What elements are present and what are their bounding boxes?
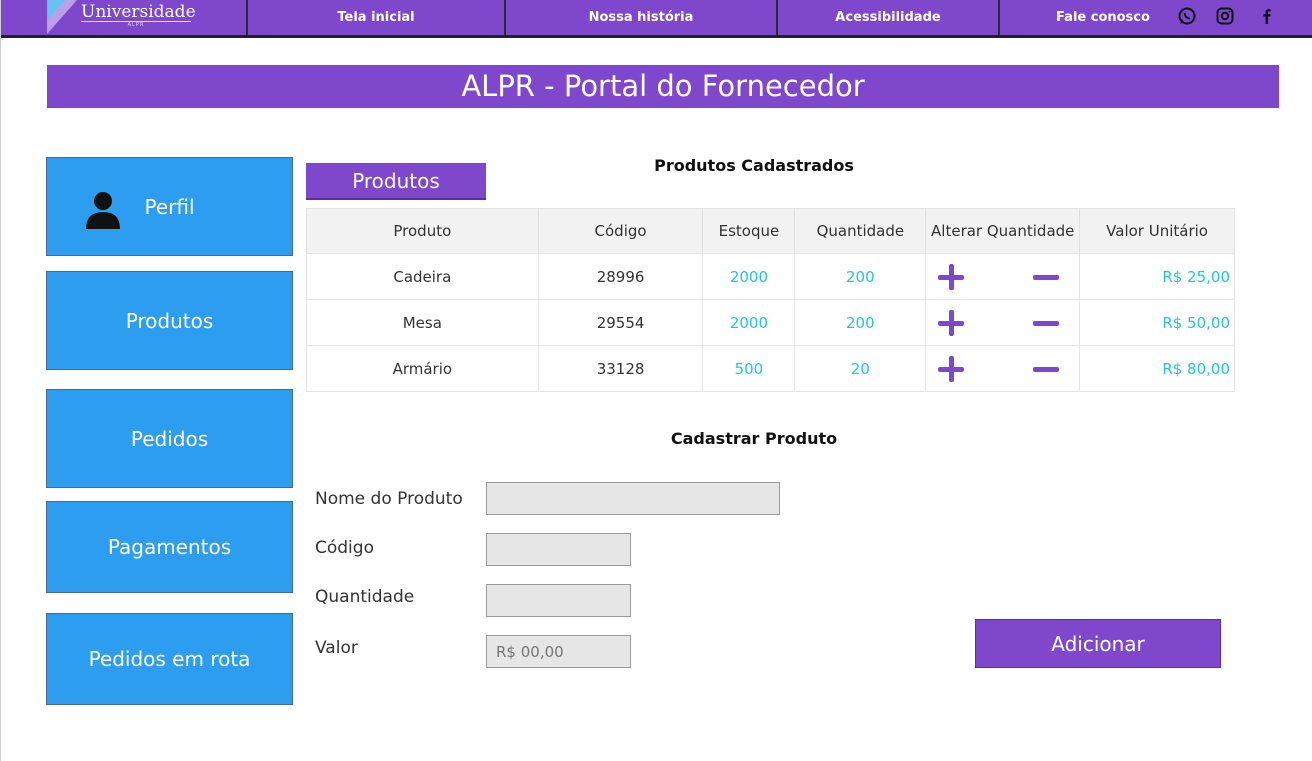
cell-valor: R$ 50,00: [1079, 299, 1235, 346]
facebook-icon[interactable]: [1257, 6, 1277, 26]
cell-valor: R$ 25,00: [1079, 253, 1235, 300]
cell-quantidade: 20: [794, 345, 927, 392]
nav-history[interactable]: Nossa história: [506, 10, 776, 25]
cell-alterar-quantidade: [925, 345, 1081, 392]
plus-icon[interactable]: [937, 263, 965, 291]
products-table: Produto Código Estoque Quantidade Altera…: [306, 208, 1235, 392]
table-row: Mesa 29554 2000 200 R$ 50,00: [306, 299, 1235, 346]
valor-label: Valor: [315, 638, 358, 658]
quantidade-input[interactable]: [486, 584, 631, 617]
column-header-produto: Produto: [306, 208, 539, 254]
sidebar-item-label: Produtos: [125, 308, 214, 333]
cell-valor: R$ 80,00: [1079, 345, 1235, 392]
cell-codigo: 28996: [538, 253, 704, 300]
cell-codigo: 33128: [538, 345, 704, 392]
column-header-estoque: Estoque: [702, 208, 796, 254]
logo-accent: [47, 0, 65, 20]
column-header-quantidade: Quantidade: [794, 208, 927, 254]
nav-contact[interactable]: Fale conosco: [1041, 10, 1165, 25]
sidebar-item-label: Pedidos em rota: [88, 647, 251, 671]
cell-estoque: 500: [702, 345, 796, 392]
university-logo[interactable]: Universidade ALPR: [47, 0, 247, 35]
cell-codigo: 29554: [538, 299, 704, 346]
table-row: Cadeira 28996 2000 200 R$ 25,00: [306, 253, 1235, 300]
cell-estoque: 2000: [702, 253, 796, 300]
cell-produto: Armário: [306, 345, 539, 392]
sidebar-item-pagamentos[interactable]: Pagamentos: [46, 501, 293, 593]
logo-subtext: ALPR: [81, 21, 191, 28]
table-row: Armário 33128 500 20 R$ 80,00: [306, 345, 1235, 392]
nav-divider: [998, 0, 1000, 35]
cell-quantidade: 200: [794, 253, 927, 300]
valor-input[interactable]: [486, 635, 631, 668]
cell-produto: Mesa: [306, 299, 539, 346]
nav-home[interactable]: Tela inicial: [247, 10, 505, 25]
sidebar-item-produtos[interactable]: Produtos: [46, 271, 293, 370]
codigo-input[interactable]: [486, 533, 631, 566]
column-header-codigo: Código: [538, 208, 704, 254]
nome-produto-label: Nome do Produto: [315, 489, 463, 509]
add-product-button[interactable]: Adicionar: [975, 619, 1221, 668]
cell-alterar-quantidade: [925, 299, 1081, 346]
user-icon: [86, 192, 120, 229]
sidebar-item-label: Perfil: [144, 194, 195, 219]
nav-accessibility[interactable]: Acessibilidade: [778, 10, 998, 25]
logo-text: Universidade: [81, 2, 196, 22]
minus-icon[interactable]: [1033, 366, 1060, 372]
quantidade-label: Quantidade: [315, 587, 415, 607]
plus-icon[interactable]: [937, 355, 965, 383]
codigo-label: Código: [315, 538, 374, 558]
top-navbar: Universidade ALPR Tela inicial Nossa his…: [1, 0, 1312, 38]
sidebar-item-perfil[interactable]: Perfil: [46, 157, 293, 256]
sidebar-item-pedidos-em-rota[interactable]: Pedidos em rota: [46, 613, 293, 705]
cell-produto: Cadeira: [306, 253, 539, 300]
tab-produtos[interactable]: Produtos: [306, 163, 486, 200]
whatsapp-icon[interactable]: [1177, 6, 1197, 26]
products-table-title: Produtos Cadastrados: [654, 156, 854, 175]
cell-estoque: 2000: [702, 299, 796, 346]
cell-quantidade: 200: [794, 299, 927, 346]
page-title: ALPR - Portal do Fornecedor: [47, 65, 1279, 108]
minus-icon[interactable]: [1033, 320, 1060, 326]
form-title: Cadastrar Produto: [670, 429, 838, 448]
nome-produto-input[interactable]: [486, 482, 780, 515]
sidebar-item-label: Pedidos: [130, 426, 209, 451]
column-header-valor-unitario: Valor Unitário: [1079, 208, 1235, 254]
sidebar-item-label: Pagamentos: [107, 535, 232, 559]
column-header-alterar-quantidade: Alterar Quantidade: [925, 208, 1081, 254]
plus-icon[interactable]: [937, 309, 965, 337]
cell-alterar-quantidade: [925, 253, 1081, 300]
minus-icon[interactable]: [1033, 274, 1060, 280]
sidebar-item-pedidos[interactable]: Pedidos: [46, 389, 293, 488]
instagram-icon[interactable]: [1215, 6, 1235, 26]
table-header-row: Produto Código Estoque Quantidade Altera…: [306, 208, 1235, 254]
